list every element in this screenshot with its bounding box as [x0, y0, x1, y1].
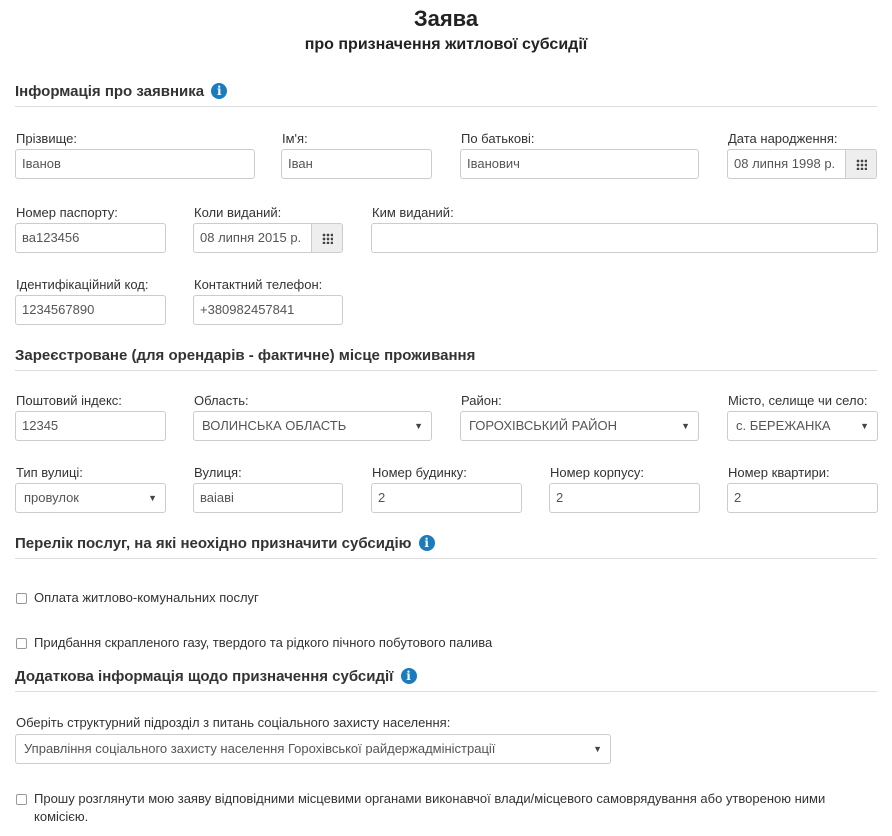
chevron-down-icon: ▼: [414, 421, 423, 431]
city-label: Місто, селище чи село:: [728, 393, 868, 408]
issued-date-calendar-button[interactable]: [311, 224, 342, 252]
surname-input[interactable]: Іванов: [15, 149, 255, 179]
house-input[interactable]: 2: [371, 483, 522, 513]
passport-label: Номер паспорту:: [16, 205, 118, 220]
birthdate-input[interactable]: 08 липня 1998 р.: [727, 149, 877, 179]
section-services-title: Перелік послуг, на які неохідно призначи…: [15, 535, 412, 552]
section-residence: Зареєстроване (для орендарів - фактичне)…: [15, 347, 877, 371]
department-label: Оберіть структурний підрозділ з питань с…: [16, 715, 451, 730]
issued-date-value: 08 липня 2015 р.: [200, 230, 302, 245]
page-title: Заява: [413, 6, 479, 31]
patronymic-input[interactable]: Іванович: [460, 149, 699, 179]
apartment-label: Номер квартири:: [728, 465, 830, 480]
section-applicant-title: Інформація про заявника: [15, 83, 205, 100]
issued-date-input[interactable]: 08 липня 2015 р.: [193, 223, 343, 253]
region-label: Область:: [194, 393, 249, 408]
postal-input[interactable]: 12345: [15, 411, 166, 441]
street-label: Вулиця:: [194, 465, 242, 480]
consent-checkbox[interactable]: [16, 794, 27, 805]
fuel-label[interactable]: Придбання скрапленого газу, твердого та …: [34, 635, 492, 650]
issued-date-label: Коли виданий:: [194, 205, 282, 220]
info-icon[interactable]: i: [211, 83, 228, 99]
section-applicant: Інформація про заявника i: [15, 83, 877, 107]
chevron-down-icon: ▼: [860, 421, 869, 431]
birthdate-value: 08 липня 1998 р.: [734, 156, 836, 171]
fuel-checkbox[interactable]: [16, 638, 27, 649]
department-value: Управління соціального захисту населення…: [24, 741, 496, 756]
district-label: Район:: [461, 393, 502, 408]
street-input[interactable]: ваіаві: [193, 483, 343, 513]
patronymic-label: По батькові:: [461, 131, 535, 146]
postal-label: Поштовий індекс:: [16, 393, 122, 408]
city-value: с. БЕРЕЖАНКА: [736, 418, 831, 433]
building-label: Номер корпусу:: [550, 465, 644, 480]
city-select[interactable]: с. БЕРЕЖАНКА ▼: [727, 411, 878, 441]
calendar-icon: [322, 233, 333, 244]
consent-label[interactable]: Прошу розглянути мою заяву відповідними …: [34, 790, 864, 826]
page-subtitle: про призначення житлової субсидії: [304, 36, 588, 53]
section-additional: Додаткова інформація щодо призначення су…: [15, 668, 877, 692]
birthdate-label: Дата народження:: [728, 131, 838, 146]
street-type-value: провулок: [24, 490, 79, 505]
section-services: Перелік послуг, на які неохідно призначи…: [15, 535, 877, 559]
surname-label: Прізвище:: [16, 131, 77, 146]
tax-id-label: Ідентифікаційний код:: [16, 277, 149, 292]
region-select[interactable]: ВОЛИНСЬКА ОБЛАСТЬ ▼: [193, 411, 432, 441]
issued-by-label: Ким виданий:: [372, 205, 454, 220]
chevron-down-icon: ▼: [681, 421, 690, 431]
passport-input[interactable]: ва123456: [15, 223, 166, 253]
issued-by-input[interactable]: [371, 223, 878, 253]
district-select[interactable]: ГОРОХІВСЬКИЙ РАЙОН ▼: [460, 411, 699, 441]
chevron-down-icon: ▼: [593, 744, 602, 754]
street-type-select[interactable]: провулок ▼: [15, 483, 166, 513]
name-label: Ім'я:: [282, 131, 308, 146]
name-input[interactable]: Іван: [281, 149, 432, 179]
section-residence-title: Зареєстроване (для орендарів - фактичне)…: [15, 347, 476, 364]
street-type-label: Тип вулиці:: [16, 465, 83, 480]
department-select[interactable]: Управління соціального захисту населення…: [15, 734, 611, 764]
building-input[interactable]: 2: [549, 483, 700, 513]
phone-input[interactable]: +380982457841: [193, 295, 343, 325]
section-additional-title: Додаткова інформація щодо призначення су…: [15, 668, 394, 685]
region-value: ВОЛИНСЬКА ОБЛАСТЬ: [202, 418, 347, 433]
district-value: ГОРОХІВСЬКИЙ РАЙОН: [469, 418, 617, 433]
info-icon[interactable]: i: [400, 668, 417, 684]
utilities-checkbox[interactable]: [16, 593, 27, 604]
phone-label: Контактний телефон:: [194, 277, 323, 292]
birthdate-calendar-button[interactable]: [845, 150, 876, 178]
house-label: Номер будинку:: [372, 465, 467, 480]
calendar-icon: [856, 159, 867, 170]
utilities-label[interactable]: Оплата житлово-комунальних послуг: [34, 590, 259, 605]
info-icon[interactable]: i: [418, 535, 435, 551]
tax-id-input[interactable]: 1234567890: [15, 295, 166, 325]
chevron-down-icon: ▼: [148, 493, 157, 503]
apartment-input[interactable]: 2: [727, 483, 878, 513]
